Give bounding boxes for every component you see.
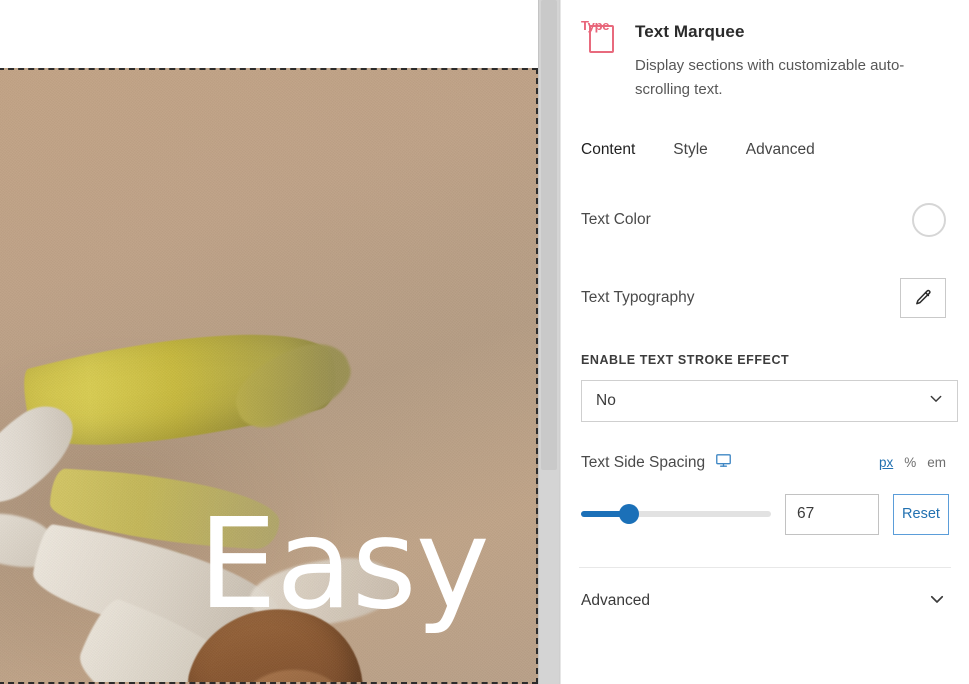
- slider-knob[interactable]: [619, 504, 639, 525]
- canvas-top-whitespace: [0, 0, 538, 68]
- control-text-stroke-effect: ENABLE TEXT STROKE EFFECT No: [579, 352, 958, 422]
- widget-settings-panel: Type Text Marquee Display sections with …: [560, 0, 969, 684]
- canvas-preview: Easy: [0, 0, 538, 684]
- text-side-spacing-label: Text Side Spacing: [581, 453, 706, 471]
- text-typography-edit-button[interactable]: [900, 277, 946, 318]
- selected-section[interactable]: Easy: [0, 68, 538, 684]
- marquee-preview-text: Easy: [198, 492, 490, 637]
- panel-tabs: Content Style Advanced: [579, 103, 951, 163]
- text-marquee-icon: Type: [581, 12, 621, 56]
- text-stroke-select[interactable]: No: [581, 379, 958, 422]
- scrollbar-thumb[interactable]: [541, 0, 557, 470]
- reset-button[interactable]: Reset: [893, 493, 949, 535]
- chevron-down-icon: [928, 590, 946, 613]
- text-stroke-label: ENABLE TEXT STROKE EFFECT: [581, 352, 790, 367]
- control-text-typography: Text Typography: [579, 277, 951, 319]
- tab-style[interactable]: Style: [673, 141, 707, 163]
- pencil-icon: [914, 288, 933, 307]
- tab-content[interactable]: Content: [581, 141, 635, 163]
- text-color-swatch[interactable]: [912, 202, 946, 237]
- text-side-spacing-slider[interactable]: [581, 504, 771, 525]
- text-side-spacing-input[interactable]: [785, 493, 879, 535]
- unit-switcher: px % em: [879, 455, 949, 470]
- control-text-side-spacing: Text Side Spacing px % em 67 Reset: [579, 452, 951, 535]
- desktop-icon[interactable]: [715, 452, 732, 474]
- unit-em[interactable]: em: [927, 455, 946, 470]
- text-typography-label: Text Typography: [581, 288, 695, 306]
- unit-px[interactable]: px: [879, 455, 893, 470]
- unit-percent[interactable]: %: [904, 455, 916, 470]
- text-marquee-icon-label: Type: [581, 18, 610, 33]
- tab-advanced[interactable]: Advanced: [746, 141, 815, 163]
- widget-title: Text Marquee: [635, 22, 745, 41]
- control-text-color: Text Color: [579, 199, 951, 241]
- accordion-advanced-title: Advanced: [581, 592, 650, 610]
- widget-description: Display sections with customizable auto-…: [635, 57, 905, 99]
- widget-header: Type Text Marquee Display sections with …: [579, 0, 951, 103]
- canvas-vertical-scrollbar[interactable]: [538, 0, 560, 684]
- editor-window: Easy Type Text Marquee Display sections …: [0, 0, 969, 684]
- text-color-label: Text Color: [581, 210, 651, 228]
- accordion-advanced[interactable]: Advanced: [579, 568, 951, 613]
